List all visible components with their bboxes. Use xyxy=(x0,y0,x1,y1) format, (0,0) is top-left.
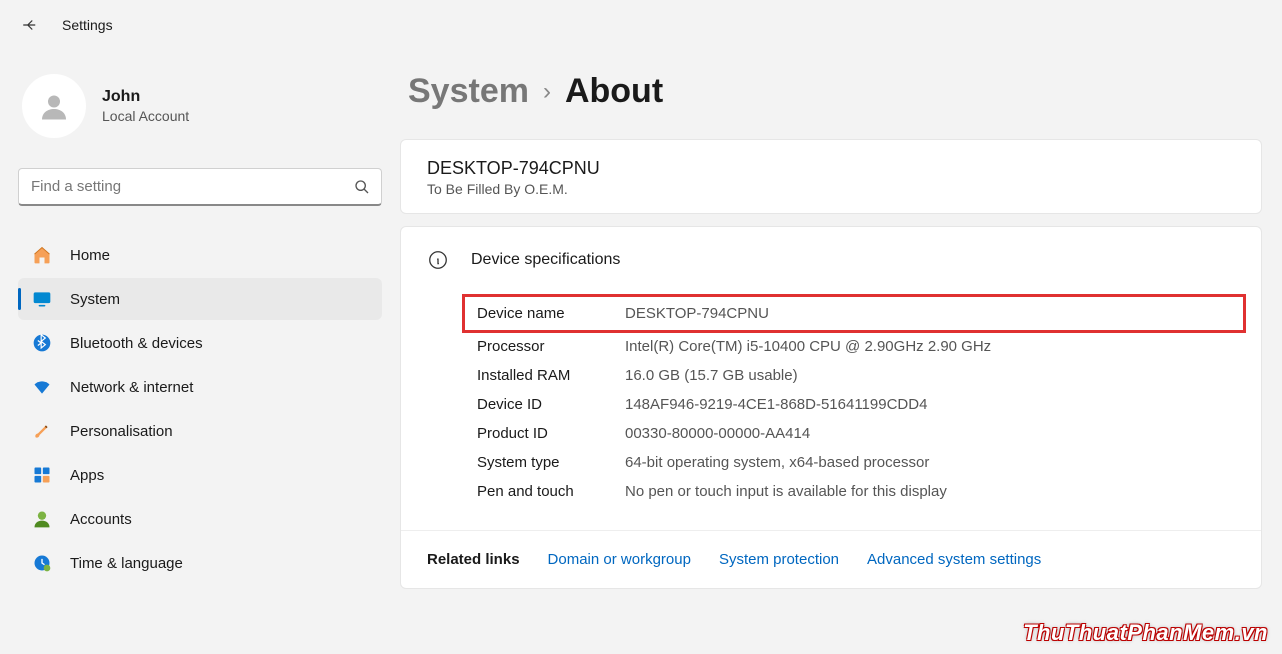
breadcrumb-current: About xyxy=(565,72,663,111)
related-label: Related links xyxy=(427,551,520,568)
spec-label: Processor xyxy=(477,338,625,355)
sidebar: John Local Account Home System xyxy=(0,50,400,654)
nav-system[interactable]: System xyxy=(18,278,382,320)
spec-row-device-name: Device name DESKTOP-794CPNU xyxy=(467,299,1241,328)
nav-label: System xyxy=(70,291,120,308)
nav-label: Apps xyxy=(70,467,104,484)
spec-header[interactable]: Device specifications xyxy=(401,227,1261,295)
related-links: Related links Domain or workgroup System… xyxy=(401,530,1261,588)
user-subtitle: Local Account xyxy=(102,108,189,124)
search-icon xyxy=(354,179,370,195)
spec-value: No pen or touch input is available for t… xyxy=(625,483,1235,500)
nav-personalisation[interactable]: Personalisation xyxy=(18,410,382,452)
nav-bluetooth[interactable]: Bluetooth & devices xyxy=(18,322,382,364)
device-oem: To Be Filled By O.E.M. xyxy=(427,181,1235,197)
app-title: Settings xyxy=(62,17,113,33)
nav-label: Accounts xyxy=(70,511,132,528)
spec-value: Intel(R) Core(TM) i5-10400 CPU @ 2.90GHz… xyxy=(625,338,1235,355)
avatar xyxy=(22,74,86,138)
main-content: System › About DESKTOP-794CPNU To Be Fil… xyxy=(400,50,1282,654)
arrow-left-icon xyxy=(21,16,39,34)
link-domain-workgroup[interactable]: Domain or workgroup xyxy=(548,551,691,568)
nav-network[interactable]: Network & internet xyxy=(18,366,382,408)
link-advanced-settings[interactable]: Advanced system settings xyxy=(867,551,1041,568)
nav-label: Time & language xyxy=(70,555,183,572)
bluetooth-icon xyxy=(32,333,52,353)
titlebar: Settings xyxy=(0,0,1282,50)
search-input[interactable] xyxy=(18,168,382,206)
spec-label: Device name xyxy=(477,305,625,322)
spec-section-title: Device specifications xyxy=(471,251,620,269)
nav-label: Bluetooth & devices xyxy=(70,335,203,352)
nav-home[interactable]: Home xyxy=(18,234,382,276)
spec-value: DESKTOP-794CPNU xyxy=(625,305,1235,322)
clock-icon xyxy=(32,553,52,573)
spec-row-product-id: Product ID 00330-80000-00000-AA414 xyxy=(477,419,1235,448)
spec-label: Pen and touch xyxy=(477,483,625,500)
spec-row-pen-touch: Pen and touch No pen or touch input is a… xyxy=(477,477,1235,506)
device-name-heading: DESKTOP-794CPNU xyxy=(427,158,1235,179)
brush-icon xyxy=(32,421,52,441)
info-icon xyxy=(427,249,449,271)
nav-label: Network & internet xyxy=(70,379,193,396)
home-icon xyxy=(32,245,52,265)
breadcrumb: System › About xyxy=(400,72,1282,111)
spec-label: Device ID xyxy=(477,396,625,413)
wifi-icon xyxy=(32,377,52,397)
nav-label: Personalisation xyxy=(70,423,173,440)
system-icon xyxy=(32,289,52,309)
spec-value: 64-bit operating system, x64-based proce… xyxy=(625,454,1235,471)
accounts-icon xyxy=(32,509,52,529)
nav-time[interactable]: Time & language xyxy=(18,542,382,584)
user-block[interactable]: John Local Account xyxy=(18,70,382,164)
nav-label: Home xyxy=(70,247,110,264)
back-button[interactable] xyxy=(18,13,42,37)
spec-label: Installed RAM xyxy=(477,367,625,384)
spec-label: Product ID xyxy=(477,425,625,442)
spec-label: System type xyxy=(477,454,625,471)
search-wrapper xyxy=(18,168,382,206)
avatar-icon xyxy=(36,88,72,124)
spec-row-processor: Processor Intel(R) Core(TM) i5-10400 CPU… xyxy=(477,332,1235,361)
nav-accounts[interactable]: Accounts xyxy=(18,498,382,540)
spec-row-device-id: Device ID 148AF946-9219-4CE1-868D-516411… xyxy=(477,390,1235,419)
device-header-card: DESKTOP-794CPNU To Be Filled By O.E.M. xyxy=(400,139,1262,214)
spec-value: 00330-80000-00000-AA414 xyxy=(625,425,1235,442)
spec-row-system-type: System type 64-bit operating system, x64… xyxy=(477,448,1235,477)
chevron-right-icon: › xyxy=(543,78,551,106)
apps-icon xyxy=(32,465,52,485)
user-name: John xyxy=(102,88,189,106)
device-specs-card: Device specifications Device name DESKTO… xyxy=(400,226,1262,589)
link-system-protection[interactable]: System protection xyxy=(719,551,839,568)
nav: Home System Bluetooth & devices Network … xyxy=(18,234,382,584)
spec-value: 148AF946-9219-4CE1-868D-51641199CDD4 xyxy=(625,396,1235,413)
spec-row-ram: Installed RAM 16.0 GB (15.7 GB usable) xyxy=(477,361,1235,390)
nav-apps[interactable]: Apps xyxy=(18,454,382,496)
breadcrumb-parent[interactable]: System xyxy=(408,72,529,111)
spec-table: Device name DESKTOP-794CPNU Processor In… xyxy=(401,299,1261,530)
spec-value: 16.0 GB (15.7 GB usable) xyxy=(625,367,1235,384)
